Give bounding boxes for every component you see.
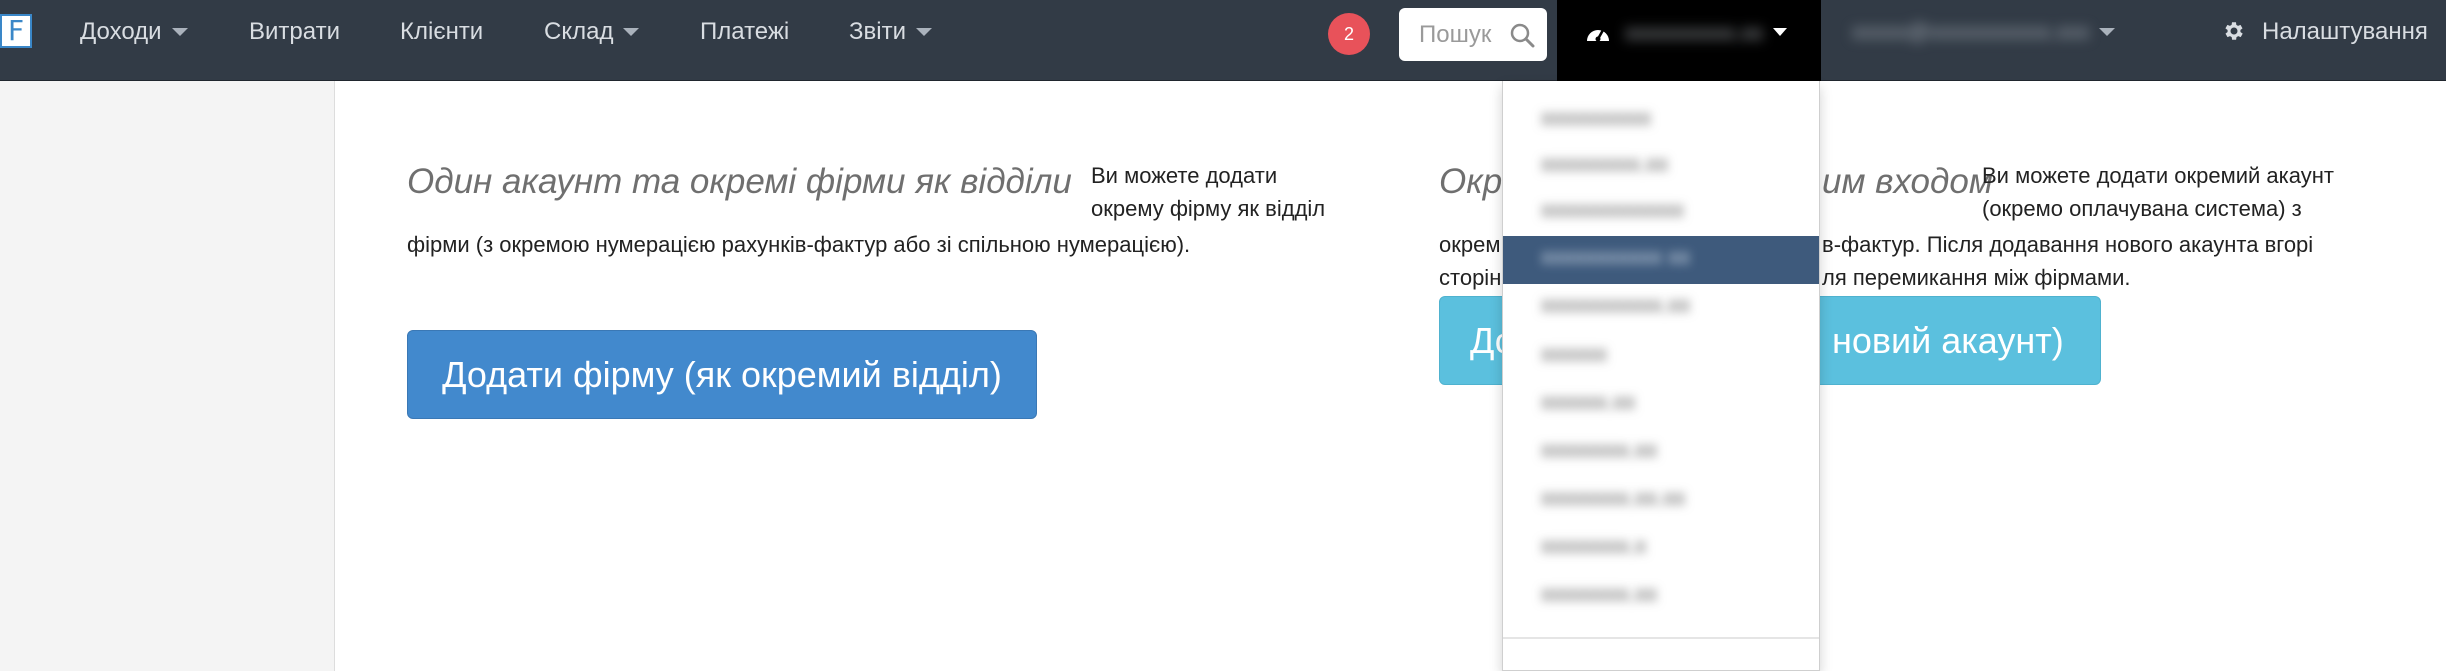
company-name: xxxxxxxxxxxxx xyxy=(1541,197,1684,222)
button-label-end: новий акаунт) xyxy=(1832,319,2064,361)
nav-item-label: Витрати xyxy=(249,18,340,45)
company-dropdown-menu: xxxxxxxxxx xxxxxxxxx.xx xxxxxxxxxxxxx xx… xyxy=(1502,81,1820,671)
company-name: xxxxxxxxxx.xx xyxy=(1625,20,1764,45)
left-gutter xyxy=(0,81,335,671)
nav-item-payments[interactable]: Платежі xyxy=(700,0,789,64)
search-box xyxy=(1399,8,1547,61)
company-name: xxxxxx.xx xyxy=(1541,389,1636,414)
company-name: xxxxxxxx.xx.xx xyxy=(1541,485,1686,510)
text-line: Ви можете додати xyxy=(1091,163,1278,188)
caret-down-icon xyxy=(623,28,640,36)
settings-menu[interactable]: Налаштування xyxy=(2262,0,2428,64)
dropdown-item-company[interactable]: xxxxxx xyxy=(1503,333,1819,381)
company-name: xxxxxxxx.xx xyxy=(1541,581,1658,606)
dropdown-item-company[interactable]: xxxxxxxx.xx.xx xyxy=(1503,477,1819,525)
dropdown-item-company[interactable]: xxxxxxxxxxx.xx xyxy=(1503,284,1819,332)
add-department-button[interactable]: Додати фірму (як окремий відділ) xyxy=(407,330,1037,419)
section-text-departments-cont: фірми (з окремою нумерацією рахунків-фак… xyxy=(407,232,1191,257)
nav-item-warehouse[interactable]: Склад xyxy=(544,0,640,64)
dropdown-item-company[interactable]: xxxxxxxxxxxxx xyxy=(1503,189,1819,237)
caret-down-icon xyxy=(2099,28,2116,36)
company-name: xxxxxx xyxy=(1541,341,1607,366)
search-icon[interactable] xyxy=(1509,22,1535,48)
section-heading-departments: Один акаунт та окремі фірми як відділи xyxy=(407,162,1072,201)
text-line: (окремо оплачувана система) з xyxy=(1982,196,2302,221)
nav-item-income[interactable]: Доходи xyxy=(80,0,188,64)
dropdown-item-company-active[interactable]: xxxxxxxxxxx xx xyxy=(1503,236,1819,284)
text-line: ля перемикання між фірмами. xyxy=(1822,265,2131,290)
user-menu[interactable]: xxxxx@xxxxxxxxxxx.xxx xyxy=(1852,0,2116,64)
caret-down-icon xyxy=(1773,28,1787,36)
nav-item-reports[interactable]: Звіти xyxy=(849,0,932,64)
nav-item-label: Склад xyxy=(544,18,614,45)
section-heading-accounts-end: им входом xyxy=(1822,162,1993,201)
dropdown-item-company[interactable]: xxxxxxxx.xx xyxy=(1503,573,1819,621)
nav-item-label: Звіти xyxy=(849,18,906,45)
section-text-accounts: Ви можете додати окремий акаунт (окремо … xyxy=(1982,159,2334,225)
dropdown-item-company[interactable]: xxxxxxxxxx xyxy=(1503,97,1819,145)
search-input[interactable] xyxy=(1419,20,1514,49)
nav-item-clients[interactable]: Клієнти xyxy=(400,0,483,64)
dashboard-gauge-icon xyxy=(1587,29,1609,42)
dropdown-item-company[interactable]: xxxxxxxx.xx xyxy=(1503,429,1819,477)
dropdown-item-company[interactable]: xxxxxxxx.x xyxy=(1503,525,1819,573)
gear-icon xyxy=(2225,22,2243,40)
company-name: xxxxxxxxxx xyxy=(1541,105,1651,130)
section-text-departments: Ви можете додати окрему фірму як відділ xyxy=(1091,159,1325,225)
nav-item-label: Клієнти xyxy=(400,18,484,45)
dropdown-divider xyxy=(1503,637,1819,639)
caret-down-icon xyxy=(915,28,932,36)
nav-item-expenses[interactable]: Витрати xyxy=(249,0,340,64)
text-line: окрему фірму як відділ xyxy=(1091,196,1326,221)
text-line: Ви можете додати окремий акаунт xyxy=(1982,163,2334,188)
dropdown-item-company[interactable]: xxxxxxxxx.xx xyxy=(1503,143,1819,191)
text-line: в-фактур. Після додавання нового акаунта… xyxy=(1822,232,2314,257)
notification-badge[interactable]: 2 xyxy=(1328,13,1370,55)
company-name: xxxxxxxx.xx xyxy=(1541,437,1658,462)
company-name: xxxxxxxxxxx.xx xyxy=(1541,292,1691,317)
company-name: xxxxxxxxx.xx xyxy=(1541,151,1669,176)
user-email: xxxxx@xxxxxxxxxxx.xxx xyxy=(1852,19,2090,44)
app-logo[interactable]: F xyxy=(0,14,32,48)
dropdown-item-company[interactable]: xxxxxx.xx xyxy=(1503,381,1819,429)
company-switcher[interactable]: xxxxxxxxxx.xx xyxy=(1557,0,1821,81)
section-heading-accounts-start: Окр xyxy=(1439,162,1503,201)
company-name: xxxxxxxxxxx xx xyxy=(1541,244,1691,269)
text-line: окрем xyxy=(1439,232,1501,257)
top-navbar: F Доходи Витрати Клієнти Склад Платежі З… xyxy=(0,0,2446,81)
settings-label: Налаштування xyxy=(2262,18,2428,45)
caret-down-icon xyxy=(171,28,188,36)
company-name: xxxxxxxx.x xyxy=(1541,533,1647,558)
nav-item-label: Платежі xyxy=(700,18,790,45)
text-line: сторін xyxy=(1439,265,1502,290)
nav-item-label: Доходи xyxy=(80,18,162,45)
